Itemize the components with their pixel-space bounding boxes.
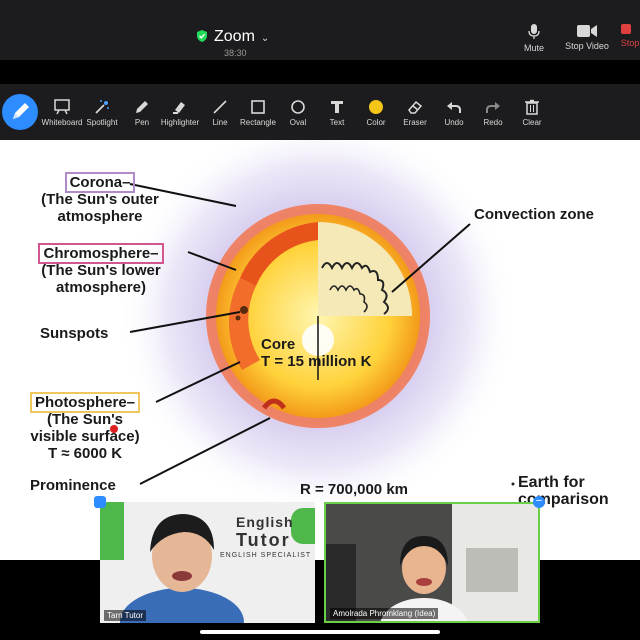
stop-icon xyxy=(621,24,631,34)
eraser-icon xyxy=(408,100,423,114)
tool-label: Text xyxy=(329,118,345,127)
redo-icon xyxy=(486,102,500,113)
corona-label: Corona– (The Sun's outer atmosphere xyxy=(20,172,180,225)
tool-label: Highlighter xyxy=(160,118,200,127)
tool-highlighter[interactable]: Highlighter xyxy=(158,98,202,127)
participant-name-amolrada: Amolrada Phromklang (Idea) xyxy=(330,608,439,619)
tool-whiteboard[interactable]: Whiteboard xyxy=(40,98,84,127)
app-title: Zoom xyxy=(214,28,255,45)
pen-icon xyxy=(136,101,148,113)
participant-video-amolrada[interactable]: Amolrada Phromklang (Idea) xyxy=(324,502,540,623)
prominence-label: Prominence xyxy=(30,477,116,494)
tool-eraser[interactable]: Eraser xyxy=(393,98,437,127)
tool-label: Spotlight xyxy=(86,118,118,127)
chromosphere-title: Chromosphere– xyxy=(38,243,164,264)
mute-label: Mute xyxy=(523,43,544,53)
pen-icon xyxy=(13,103,29,119)
undo-icon xyxy=(447,102,461,113)
earth-dot xyxy=(511,482,515,486)
corona-desc-1: (The Sun's outer xyxy=(41,191,159,208)
tool-label: Color xyxy=(366,118,386,127)
tool-label: Oval xyxy=(289,118,307,127)
rectangle-icon xyxy=(251,100,265,114)
corona-title: Corona– xyxy=(64,172,136,193)
meeting-timer: 38:30 xyxy=(224,48,247,58)
photosphere-desc-2: visible surface) xyxy=(30,428,140,445)
core-label: Core T = 15 million K xyxy=(261,336,371,370)
photosphere-label: Photosphere– (The Sun's visible surface)… xyxy=(14,392,156,462)
chromosphere-label: Chromosphere– (The Sun's lower atmospher… xyxy=(10,243,192,296)
photosphere-desc-1: (The Sun's xyxy=(46,411,124,428)
sunspots-label: Sunspots xyxy=(40,325,109,342)
microphone-icon xyxy=(528,24,540,39)
sunspot xyxy=(235,315,241,321)
tool-text[interactable]: Text xyxy=(315,98,359,127)
tool-label: Clear xyxy=(522,118,542,127)
tool-spotlight[interactable]: Spotlight xyxy=(80,98,124,127)
convection-zone-label: Convection zone xyxy=(474,206,595,223)
tool-label: Rectangle xyxy=(239,118,277,127)
trash-icon xyxy=(525,99,539,115)
sunspot xyxy=(240,306,248,314)
core-title: Core xyxy=(261,336,296,353)
tool-clear[interactable]: Clear xyxy=(510,98,554,127)
whiteboard-icon xyxy=(54,99,70,115)
tool-label: Whiteboard xyxy=(41,118,83,127)
tool-redo[interactable]: Redo xyxy=(471,98,515,127)
participant-video-tarn[interactable]: English Tutor ENGLISH SPECIALIST Tarn Tu… xyxy=(100,502,315,623)
tool-label: Redo xyxy=(483,118,503,127)
spotlight-wand-icon xyxy=(95,100,109,114)
line-icon xyxy=(213,100,227,114)
stop-video-label: Stop Video xyxy=(565,41,609,51)
chromosphere-desc-1: (The Sun's lower xyxy=(41,262,161,279)
core-temp: T = 15 million K xyxy=(261,353,372,370)
tool-label: Eraser xyxy=(403,118,427,127)
shield-check-icon xyxy=(197,30,207,42)
tool-label: Pen xyxy=(134,118,150,127)
stop-share-button[interactable]: Stop xyxy=(615,24,640,48)
oval-icon xyxy=(291,100,305,114)
corona-desc-2: atmosphere xyxy=(57,208,143,225)
tool-label: Undo xyxy=(444,118,464,127)
tool-label: Line xyxy=(212,118,228,127)
tool-undo[interactable]: Undo xyxy=(432,98,476,127)
participant-silhouette xyxy=(120,514,244,623)
chromosphere-desc-2: atmosphere) xyxy=(55,279,147,296)
home-indicator[interactable] xyxy=(200,630,440,634)
earth-line-1: Earth for xyxy=(518,474,585,491)
meeting-title[interactable]: Zoom ⌄ xyxy=(196,28,269,46)
stop-share-label: Stop xyxy=(620,38,640,48)
mute-button[interactable]: Mute xyxy=(520,24,548,53)
stop-video-button[interactable]: Stop Video xyxy=(564,24,610,51)
text-icon xyxy=(331,101,343,113)
highlighter-icon xyxy=(173,102,185,114)
pin-video-icon[interactable] xyxy=(94,496,106,508)
minimize-icon[interactable]: − xyxy=(533,496,545,508)
radius-label: R = 700,000 km xyxy=(300,481,408,498)
video-camera-icon xyxy=(577,25,597,37)
color-swatch-icon xyxy=(369,100,383,114)
tool-rectangle[interactable]: Rectangle xyxy=(236,98,280,127)
photosphere-temp: T ≈ 6000 K xyxy=(47,445,123,462)
tool-color[interactable]: Color xyxy=(354,98,398,127)
chevron-down-icon[interactable]: ⌄ xyxy=(261,33,269,44)
photosphere-title: Photosphere– xyxy=(29,392,141,413)
participant-name-tarn: Tarn Tutor xyxy=(104,610,147,621)
annotate-toggle-button[interactable] xyxy=(2,94,38,130)
tool-oval[interactable]: Oval xyxy=(276,98,320,127)
participant-silhouette xyxy=(326,504,538,621)
